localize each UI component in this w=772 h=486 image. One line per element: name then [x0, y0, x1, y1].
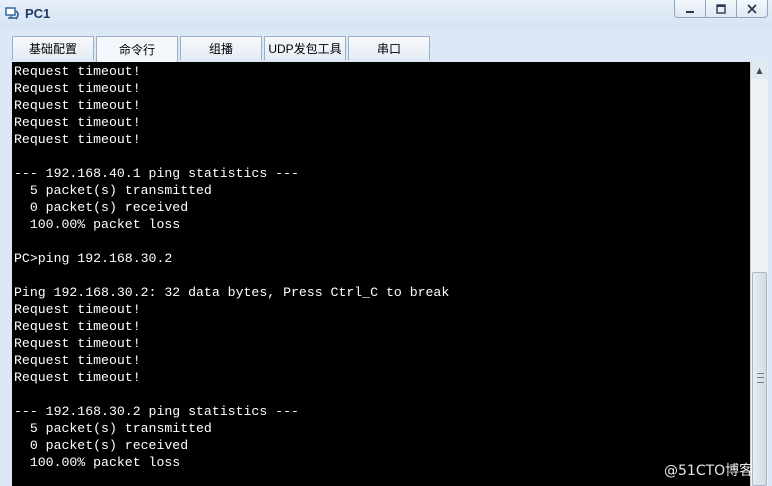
terminal-scrollbar[interactable]: ▲	[750, 62, 768, 486]
pc-app-icon	[5, 7, 19, 20]
minimize-icon	[686, 10, 694, 13]
grip-icon	[757, 373, 764, 383]
close-icon	[747, 3, 757, 14]
tab-bar: 基础配置 命令行 组播 UDP发包工具 串口	[12, 36, 432, 62]
title-bar[interactable]: PC1	[0, 0, 772, 28]
maximize-icon	[716, 3, 726, 14]
window-title: PC1	[25, 6, 51, 21]
command-line-terminal[interactable]: Request timeout! Request timeout! Reques…	[12, 62, 750, 486]
tab-multicast[interactable]: 组播	[180, 36, 262, 60]
close-button[interactable]	[736, 0, 768, 18]
pc1-window: PC1 基础配置 命令行 组播 UDP发包工具 串口 Request timeo…	[0, 0, 772, 486]
watermark: @51CTO博客	[664, 463, 754, 479]
tab-command-line[interactable]: 命令行	[96, 36, 178, 62]
maximize-button[interactable]	[705, 0, 737, 18]
scroll-thumb[interactable]	[752, 272, 767, 486]
scroll-up-arrow-icon[interactable]: ▲	[751, 62, 768, 79]
tab-basic-config[interactable]: 基础配置	[12, 36, 94, 60]
tab-serial-port[interactable]: 串口	[348, 36, 430, 60]
window-controls	[674, 0, 768, 18]
tab-udp-tool[interactable]: UDP发包工具	[264, 36, 346, 60]
minimize-button[interactable]	[674, 0, 706, 18]
terminal-output: Request timeout! Request timeout! Reques…	[14, 64, 450, 470]
